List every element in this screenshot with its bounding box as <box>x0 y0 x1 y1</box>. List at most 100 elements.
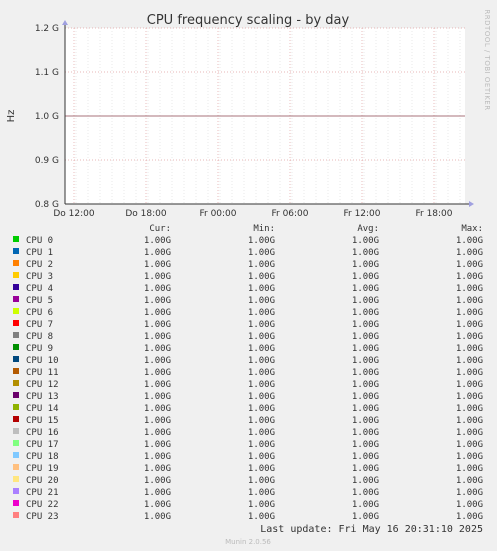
legend-avg-cpu-17: 1.00G <box>352 440 379 450</box>
legend-min-cpu-14: 1.00G <box>248 404 275 414</box>
y-axis-label: Hz <box>6 110 17 123</box>
legend-label-cpu-5: CPU 5 <box>26 296 53 306</box>
legend-max-cpu-12: 1.00G <box>456 380 483 390</box>
legend-label-cpu-7: CPU 7 <box>26 320 53 330</box>
legend-min-cpu-16: 1.00G <box>248 428 275 438</box>
legend-max-cpu-11: 1.00G <box>456 368 483 378</box>
legend-avg-cpu-15: 1.00G <box>352 416 379 426</box>
legend-min-cpu-23: 1.00G <box>248 512 275 522</box>
legend-swatch-cpu-21 <box>13 488 19 494</box>
legend-avg-cpu-1: 1.00G <box>352 248 379 258</box>
y-axis-ticks: 0.8 G0.9 G1.0 G1.1 G1.2 G <box>35 24 59 210</box>
legend-cur-cpu-9: 1.00G <box>144 344 171 354</box>
legend-cur-cpu-7: 1.00G <box>144 320 171 330</box>
last-update: Last update: Fri May 16 20:31:10 2025 <box>260 524 483 535</box>
legend-label-cpu-12: CPU 12 <box>26 380 59 390</box>
legend-swatch-cpu-17 <box>13 440 19 446</box>
legend-avg-cpu-19: 1.00G <box>352 464 379 474</box>
legend-max-cpu-4: 1.00G <box>456 284 483 294</box>
legend-max-cpu-19: 1.00G <box>456 464 483 474</box>
legend-avg-cpu-20: 1.00G <box>352 476 379 486</box>
legend-cur-cpu-16: 1.00G <box>144 428 171 438</box>
legend-avg-cpu-0: 1.00G <box>352 236 379 246</box>
legend-cur-cpu-18: 1.00G <box>144 452 171 462</box>
legend-swatch-cpu-6 <box>13 308 19 314</box>
legend-max-cpu-7: 1.00G <box>456 320 483 330</box>
legend-cur-cpu-11: 1.00G <box>144 368 171 378</box>
legend-avg-cpu-21: 1.00G <box>352 488 379 498</box>
legend-max-cpu-2: 1.00G <box>456 260 483 270</box>
legend-cur-cpu-20: 1.00G <box>144 476 171 486</box>
legend-max-cpu-23: 1.00G <box>456 512 483 522</box>
legend-avg-cpu-14: 1.00G <box>352 404 379 414</box>
legend-min-cpu-3: 1.00G <box>248 272 275 282</box>
legend-label-cpu-22: CPU 22 <box>26 500 59 510</box>
legend: Cur: Min: Avg: Max: CPU 0 1.00G 1.00G 1.00G 1.00… <box>13 224 483 522</box>
legend-max-cpu-1: 1.00G <box>456 248 483 258</box>
legend-avg-cpu-18: 1.00G <box>352 452 379 462</box>
x-tick-label: Do 12:00 <box>53 209 95 219</box>
legend-label-cpu-0: CPU 0 <box>26 236 53 246</box>
legend-max-cpu-5: 1.00G <box>456 296 483 306</box>
legend-label-cpu-18: CPU 18 <box>26 452 59 462</box>
legend-swatch-cpu-8 <box>13 332 19 338</box>
legend-min-cpu-8: 1.00G <box>248 332 275 342</box>
legend-min-cpu-13: 1.00G <box>248 392 275 402</box>
legend-cur-cpu-10: 1.00G <box>144 356 171 366</box>
legend-min-cpu-7: 1.00G <box>248 320 275 330</box>
legend-swatch-cpu-3 <box>13 272 19 278</box>
legend-avg-cpu-16: 1.00G <box>352 428 379 438</box>
legend-avg-cpu-10: 1.00G <box>352 356 379 366</box>
legend-swatch-cpu-10 <box>13 356 19 362</box>
rrdtool-watermark: RRDTOOL / TOBI OETIKER <box>483 9 491 110</box>
legend-min-cpu-17: 1.00G <box>248 440 275 450</box>
legend-swatch-cpu-2 <box>13 260 19 266</box>
legend-swatch-cpu-22 <box>13 500 19 506</box>
legend-cur-cpu-4: 1.00G <box>144 284 171 294</box>
legend-swatch-cpu-20 <box>13 476 19 482</box>
legend-max-cpu-9: 1.00G <box>456 344 483 354</box>
legend-cur-cpu-13: 1.00G <box>144 392 171 402</box>
x-tick-label: Fr 00:00 <box>199 209 236 219</box>
legend-min-cpu-10: 1.00G <box>248 356 275 366</box>
legend-max-cpu-13: 1.00G <box>456 392 483 402</box>
legend-label-cpu-2: CPU 2 <box>26 260 53 270</box>
legend-label-cpu-17: CPU 17 <box>26 440 59 450</box>
legend-label-cpu-3: CPU 3 <box>26 272 53 282</box>
legend-cur-cpu-8: 1.00G <box>144 332 171 342</box>
legend-min-cpu-0: 1.00G <box>248 236 275 246</box>
legend-swatch-cpu-13 <box>13 392 19 398</box>
legend-label-cpu-11: CPU 11 <box>26 368 59 378</box>
legend-cur-cpu-3: 1.00G <box>144 272 171 282</box>
legend-max-cpu-3: 1.00G <box>456 272 483 282</box>
legend-avg-cpu-11: 1.00G <box>352 368 379 378</box>
legend-max-cpu-14: 1.00G <box>456 404 483 414</box>
legend-label-cpu-23: CPU 23 <box>26 512 59 522</box>
legend-max-cpu-15: 1.00G <box>456 416 483 426</box>
legend-max-cpu-17: 1.00G <box>456 440 483 450</box>
legend-min-cpu-20: 1.00G <box>248 476 275 486</box>
legend-swatch-cpu-23 <box>13 512 19 518</box>
munin-version: Munin 2.0.56 <box>225 538 271 546</box>
x-axis-ticks: Do 12:00 Do 18:00 Fr 00:00 Fr 06:00 Fr 12:00… <box>53 209 452 219</box>
legend-max-cpu-8: 1.00G <box>456 332 483 342</box>
legend-max-cpu-21: 1.00G <box>456 488 483 498</box>
legend-swatch-cpu-4 <box>13 284 19 290</box>
legend-avg-cpu-23: 1.00G <box>352 512 379 522</box>
legend-avg-cpu-13: 1.00G <box>352 392 379 402</box>
legend-cur-cpu-23: 1.00G <box>144 512 171 522</box>
legend-label-cpu-8: CPU 8 <box>26 332 53 342</box>
legend-max-cpu-16: 1.00G <box>456 428 483 438</box>
legend-min-cpu-19: 1.00G <box>248 464 275 474</box>
legend-max-cpu-20: 1.00G <box>456 476 483 486</box>
legend-min-cpu-12: 1.00G <box>248 380 275 390</box>
legend-swatch-cpu-14 <box>13 404 19 410</box>
cpu-frequency-chart: CPU frequency scaling - by day Hz RRDTOO… <box>6 9 491 546</box>
legend-max-cpu-6: 1.00G <box>456 308 483 318</box>
legend-min-cpu-18: 1.00G <box>248 452 275 462</box>
legend-cur-cpu-1: 1.00G <box>144 248 171 258</box>
legend-avg-cpu-22: 1.00G <box>352 500 379 510</box>
legend-header-min: Min: <box>253 224 275 234</box>
legend-swatch-cpu-0 <box>13 236 19 242</box>
x-tick-label: Do 18:00 <box>125 209 167 219</box>
